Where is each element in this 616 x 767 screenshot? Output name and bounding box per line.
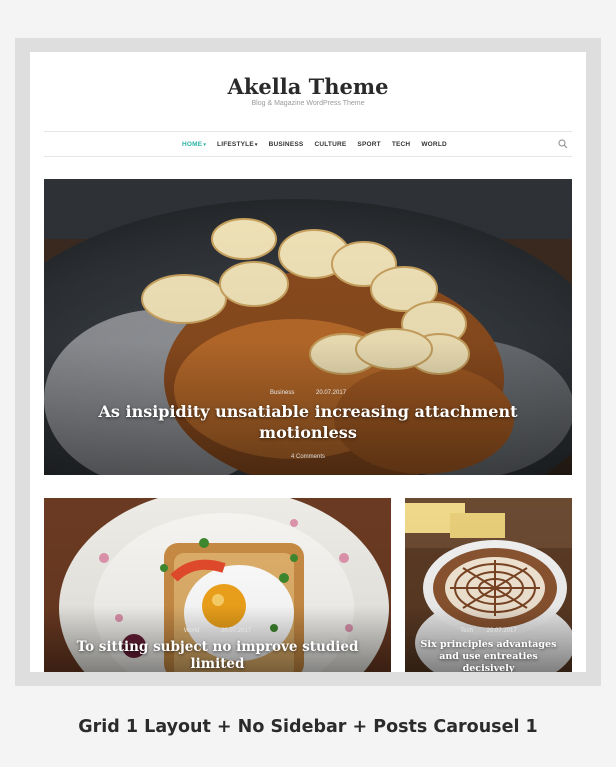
- nav-item-sport[interactable]: SPORT: [357, 141, 380, 148]
- grid-post[interactable]: Tech 20.07.2017 Six principles advantage…: [405, 498, 572, 672]
- post-meta: Business 20.07.2017: [44, 390, 572, 396]
- nav-item-label: BUSINESS: [268, 140, 304, 148]
- post-title[interactable]: Six principles advantages and use entrea…: [405, 639, 572, 672]
- nav-item-label: LIFESTYLE: [217, 140, 254, 148]
- chevron-down-icon: ▾: [203, 141, 207, 148]
- post-title[interactable]: To sitting subject no improve studied li…: [44, 639, 391, 672]
- nav-item-world[interactable]: WORLD: [421, 141, 447, 148]
- nav-item-tech[interactable]: TECH: [392, 141, 411, 148]
- site-title[interactable]: Akella Theme: [30, 74, 586, 99]
- post-date: 20.07.2017: [486, 628, 517, 634]
- post-category[interactable]: World: [184, 628, 200, 634]
- post-title[interactable]: As insipidity unsatiable increasing atta…: [44, 401, 572, 443]
- nav-item-culture[interactable]: CULTURE: [314, 141, 346, 148]
- post-date: 20.07.2017: [221, 628, 252, 634]
- main-navigation: HOME▾ LIFESTYLE▾ BUSINESS CULTURE SPORT …: [44, 131, 572, 157]
- nav-item-lifestyle[interactable]: LIFESTYLE▾: [217, 141, 258, 148]
- nav-item-label: WORLD: [421, 140, 447, 148]
- post-date: 20.07.2017: [316, 390, 347, 396]
- site-tagline: Blog & Magazine WordPress Theme: [251, 100, 365, 107]
- post-meta: World 20.07.2017: [44, 628, 391, 634]
- nav-item-business[interactable]: BUSINESS: [269, 141, 304, 148]
- nav-item-label: SPORT: [357, 140, 381, 148]
- post-category[interactable]: Tech: [460, 628, 473, 634]
- nav-item-label: CULTURE: [314, 140, 347, 148]
- search-icon[interactable]: [558, 139, 568, 149]
- site-preview: Akella Theme Blog & Magazine WordPress T…: [30, 52, 586, 672]
- chevron-down-icon: ▾: [254, 141, 258, 148]
- post-category[interactable]: Business: [270, 390, 294, 396]
- post-meta: Tech 20.07.2017: [405, 628, 572, 634]
- nav-item-label: TECH: [391, 140, 411, 148]
- grid-post[interactable]: World 20.07.2017 To sitting subject no i…: [44, 498, 391, 672]
- layout-caption: Grid 1 Layout + No Sidebar + Posts Carou…: [78, 717, 538, 737]
- featured-post[interactable]: Business 20.07.2017 As insipidity unsati…: [44, 179, 572, 475]
- post-comments[interactable]: 4 Comments: [44, 454, 572, 460]
- nav-item-label: HOME: [182, 140, 203, 148]
- nav-item-home[interactable]: HOME▾: [182, 141, 206, 148]
